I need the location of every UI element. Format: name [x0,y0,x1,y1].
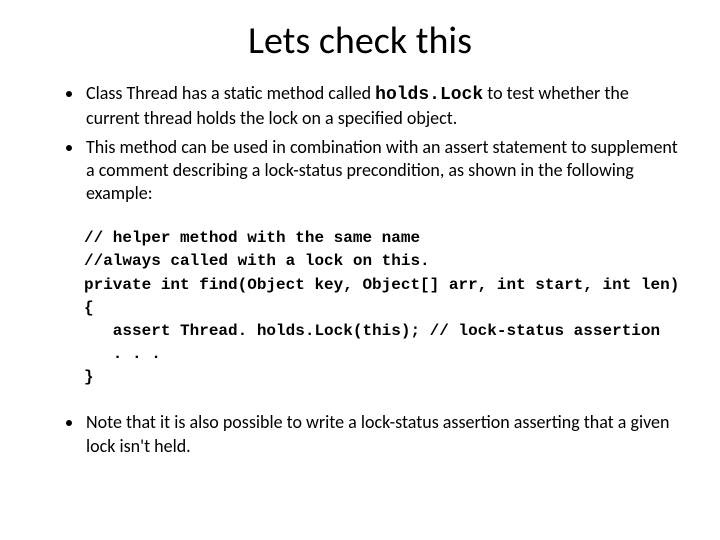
bullet-1-pre: Class Thread has a static method called [86,82,375,104]
code-line-6: . . . [84,345,161,363]
bullet-2: This method can be used in combination w… [84,136,684,205]
bullet-1-code: holds.Lock [375,85,483,105]
bullet-list-2: Note that it is also possible to write a… [36,411,684,457]
bullet-list: Class Thread has a static method called … [36,82,684,205]
slide-title: Lets check this [36,18,684,64]
code-line-3: private int find(Object key, Object[] ar… [84,276,679,294]
bullet-3: Note that it is also possible to write a… [84,411,684,457]
code-line-4: { [84,299,94,317]
code-example: // helper method with the same name //al… [84,227,684,389]
code-line-2: //always called with a lock on this. [84,252,430,270]
code-line-7: } [84,368,94,386]
code-line-1: // helper method with the same name [84,229,420,247]
bullet-1: Class Thread has a static method called … [84,82,684,130]
code-line-5: assert Thread. holds.Lock(this); // lock… [84,322,660,340]
